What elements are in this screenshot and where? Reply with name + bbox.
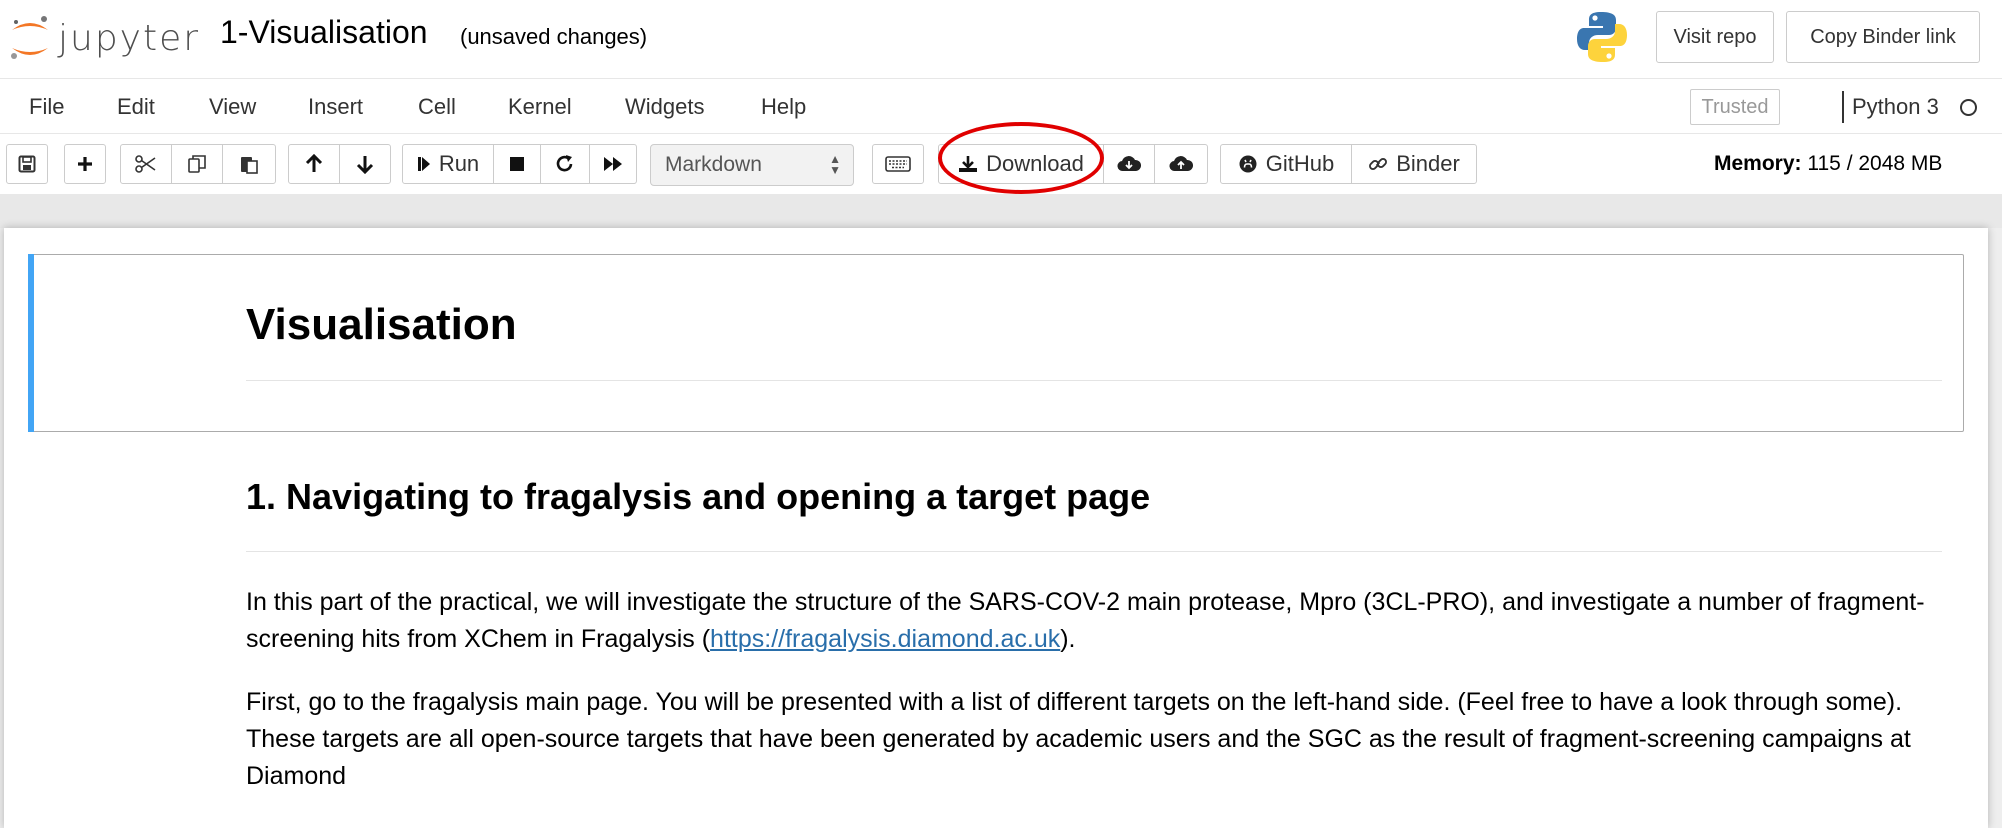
paragraph-instructions: First, go to the fragalysis main page. Y… <box>246 688 1911 790</box>
download-icon <box>959 156 978 172</box>
heading-visualisation: Visualisation <box>246 300 517 349</box>
copy-button[interactable] <box>171 144 223 184</box>
save-button[interactable] <box>6 144 48 184</box>
github-label: GitHub <box>1265 151 1335 176</box>
download-button[interactable]: Download <box>938 144 1104 184</box>
menu-insert[interactable]: Insert <box>308 94 363 120</box>
cloud-download-icon <box>1117 156 1141 172</box>
arrow-down-icon <box>356 156 374 174</box>
intro-text: In this part of the practical, we will i… <box>246 588 1925 653</box>
section-rule <box>246 551 1942 552</box>
run-label: Run <box>438 151 480 176</box>
menu-kernel[interactable]: Kernel <box>508 94 572 120</box>
link-icon <box>1369 158 1388 170</box>
jupyter-logo[interactable]: jupyter <box>8 12 200 64</box>
menu-help[interactable]: Help <box>761 94 806 120</box>
copy-icon <box>188 155 206 173</box>
move-up-button[interactable] <box>288 144 340 184</box>
cloud-upload-icon <box>1169 156 1193 172</box>
copy-binder-link-button[interactable]: Copy Binder link <box>1786 11 1980 63</box>
memory-label: Memory: <box>1714 152 1802 175</box>
move-down-button[interactable] <box>339 144 391 184</box>
kernel-idle-icon <box>1960 99 1977 116</box>
cell-type-select[interactable]: Markdown ▲ ▼ <box>650 144 854 186</box>
jupyter-logo-icon <box>11 16 48 59</box>
intro-end: ). <box>1060 625 1076 653</box>
heading-rule <box>246 380 1942 381</box>
keyboard-icon <box>885 156 911 172</box>
notebook-container: Visualisation 1. Navigating to fragalysi… <box>4 228 1988 828</box>
run-button[interactable]: Run <box>402 144 494 184</box>
restart-run-all-button[interactable] <box>589 144 637 184</box>
cell-type-value: Markdown <box>665 153 762 176</box>
python-logo-icon <box>1577 12 1627 62</box>
download-label: Download <box>986 151 1084 176</box>
menu-widgets[interactable]: Widgets <box>625 94 704 120</box>
cut-button[interactable] <box>120 144 172 184</box>
save-icon <box>18 155 36 173</box>
visit-repo-button[interactable]: Visit repo <box>1656 11 1774 63</box>
paste-icon <box>241 157 258 174</box>
step-forward-icon <box>417 157 430 171</box>
scissors-icon <box>135 155 156 173</box>
cloud-upload-button[interactable] <box>1154 144 1208 184</box>
menu-cell[interactable]: Cell <box>418 94 456 120</box>
toolbar: Run Markdown ▲ ▼ Download GitHub Binder M… <box>0 134 2002 194</box>
interrupt-button[interactable] <box>493 144 541 184</box>
menu-file[interactable]: File <box>29 94 64 120</box>
restart-icon <box>556 155 573 172</box>
cloud-download-button[interactable] <box>1103 144 1155 184</box>
binder-label: Binder <box>1396 151 1460 176</box>
insert-cell-button[interactable] <box>64 144 106 184</box>
github-icon <box>1239 155 1257 173</box>
plus-icon <box>78 157 92 171</box>
github-button[interactable]: GitHub <box>1220 144 1352 184</box>
menu-view[interactable]: View <box>209 94 256 120</box>
select-arrows-icon: ▲ ▼ <box>829 152 841 177</box>
restart-kernel-button[interactable] <box>540 144 590 184</box>
menubar: File Edit View Insert Cell Kernel Widget… <box>0 78 2002 134</box>
notebook-background <box>0 194 2002 228</box>
paragraph-intro: In this part of the practical, we will i… <box>246 584 1946 658</box>
fast-forward-icon <box>604 157 622 171</box>
paste-button[interactable] <box>222 144 276 184</box>
notebook-title[interactable]: 1-Visualisation <box>220 14 428 51</box>
memory-value: 115 / 2048 MB <box>1807 152 1943 175</box>
binder-button[interactable]: Binder <box>1351 144 1477 184</box>
save-status: (unsaved changes) <box>460 24 648 49</box>
fragalysis-link[interactable]: https://fragalysis.diamond.ac.uk <box>710 625 1060 653</box>
command-palette-button[interactable] <box>872 144 924 184</box>
logo-text: jupyter <box>58 17 201 59</box>
heading-navigating: 1. Navigating to fragalysis and opening … <box>246 476 1151 517</box>
kernel-separator <box>1842 91 1844 123</box>
kernel-name[interactable]: Python 3 <box>1852 94 1939 120</box>
header: jupyter 1-Visualisation (unsaved changes… <box>0 0 2002 78</box>
stop-icon <box>510 157 524 171</box>
memory-usage: Memory: 115 / 2048 MB <box>1714 152 1942 176</box>
arrow-up-icon <box>305 154 323 172</box>
menu-edit[interactable]: Edit <box>117 94 155 120</box>
trusted-indicator[interactable]: Trusted <box>1690 89 1780 125</box>
